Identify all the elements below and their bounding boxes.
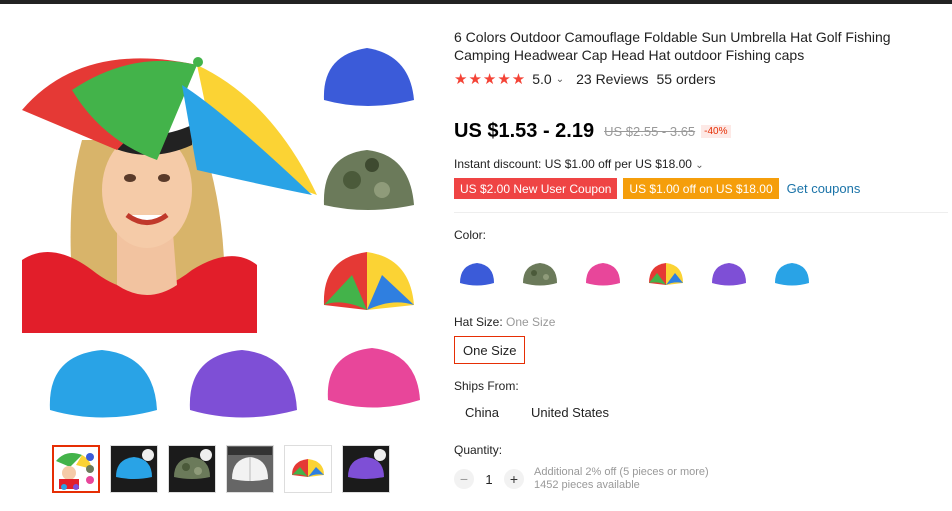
reviews-link[interactable]: 23 Reviews	[576, 71, 648, 87]
variant-pink-image	[327, 348, 420, 408]
get-coupons-link[interactable]: Get coupons	[787, 181, 861, 196]
chevron-down-icon[interactable]: ⌄	[556, 74, 564, 85]
color-option-blue[interactable]	[454, 252, 499, 297]
thumbnail-rainbow[interactable]	[284, 445, 332, 493]
increase-quantity-button[interactable]: +	[504, 469, 524, 489]
coupon-row: US $2.00 New User Coupon US $1.00 off on…	[454, 178, 860, 199]
chevron-down-icon: ⌄	[695, 160, 704, 171]
variant-blue-image	[323, 48, 414, 106]
current-price: US $1.53 - 2.19	[454, 120, 595, 142]
thumbnail-strip	[52, 445, 390, 493]
color-option-sky-blue[interactable]	[769, 252, 814, 297]
thumbnail-white[interactable]	[226, 445, 274, 493]
color-option-rainbow[interactable]	[643, 252, 688, 297]
rating-row: ★★★★★ 5.0 ⌄ 23 Reviews 55 orders	[454, 70, 716, 88]
model-photo	[22, 30, 317, 333]
original-price: US $2.55 - 3.65	[604, 124, 696, 139]
instant-discount[interactable]: Instant discount: US $1.00 off per US $1…	[454, 157, 704, 171]
product-title: 6 Colors Outdoor Camouflage Foldable Sun…	[454, 29, 891, 63]
quantity-label: Quantity:	[454, 443, 503, 457]
ships-from-options: China United States	[454, 401, 620, 424]
color-option-camouflage[interactable]	[517, 252, 562, 297]
divider	[454, 212, 948, 213]
color-options	[454, 252, 814, 297]
thumbnail-sky-blue[interactable]	[110, 445, 158, 493]
new-user-coupon[interactable]: US $2.00 New User Coupon	[454, 178, 618, 199]
quantity-stepper: − 1 + Additional 2% off (5 pieces or mor…	[454, 466, 709, 492]
variant-sky-blue-image	[49, 350, 157, 418]
thumbnail-purple[interactable]	[342, 445, 390, 493]
variant-camouflage-image	[323, 150, 414, 210]
quantity-info: Additional 2% off (5 pieces or more) 145…	[534, 466, 709, 492]
main-product-image[interactable]	[22, 30, 437, 435]
variant-purple-image	[189, 350, 297, 418]
hat-size-label-text: Hat Size:	[454, 315, 503, 329]
instant-discount-text: Instant discount: US $1.00 off per US $1…	[454, 157, 692, 171]
color-option-pink[interactable]	[580, 252, 625, 297]
thumbnail-collage[interactable]	[52, 445, 100, 493]
color-label: Color:	[454, 228, 487, 242]
hat-size-label: Hat Size: One Size	[454, 315, 555, 329]
available-stock: 1452 pieces available	[534, 479, 640, 491]
quantity-input[interactable]: 1	[474, 472, 504, 487]
bulk-discount-note: Additional 2% off (5 pieces or more)	[534, 466, 709, 478]
ships-from-united-states[interactable]: United States	[520, 401, 620, 424]
price-row: US $1.53 - 2.19 US $2.55 - 3.65 -40%	[454, 120, 731, 143]
top-bar	[0, 0, 952, 4]
rating-value[interactable]: 5.0	[532, 71, 551, 87]
store-coupon[interactable]: US $1.00 off on US $18.00	[623, 178, 779, 199]
discount-badge: -40%	[701, 125, 731, 138]
orders-count: 55 orders	[656, 71, 716, 87]
color-option-purple[interactable]	[706, 252, 751, 297]
thumbnail-camouflage[interactable]	[168, 445, 216, 493]
ships-from-china[interactable]: China	[454, 401, 510, 424]
variant-rainbow-image	[323, 252, 414, 310]
hat-size-selected: One Size	[506, 315, 556, 329]
rating-stars-icon: ★★★★★	[454, 71, 527, 88]
size-option-one-size[interactable]: One Size	[454, 336, 526, 364]
ships-from-label: Ships From:	[454, 379, 519, 393]
decrease-quantity-button[interactable]: −	[454, 469, 474, 489]
